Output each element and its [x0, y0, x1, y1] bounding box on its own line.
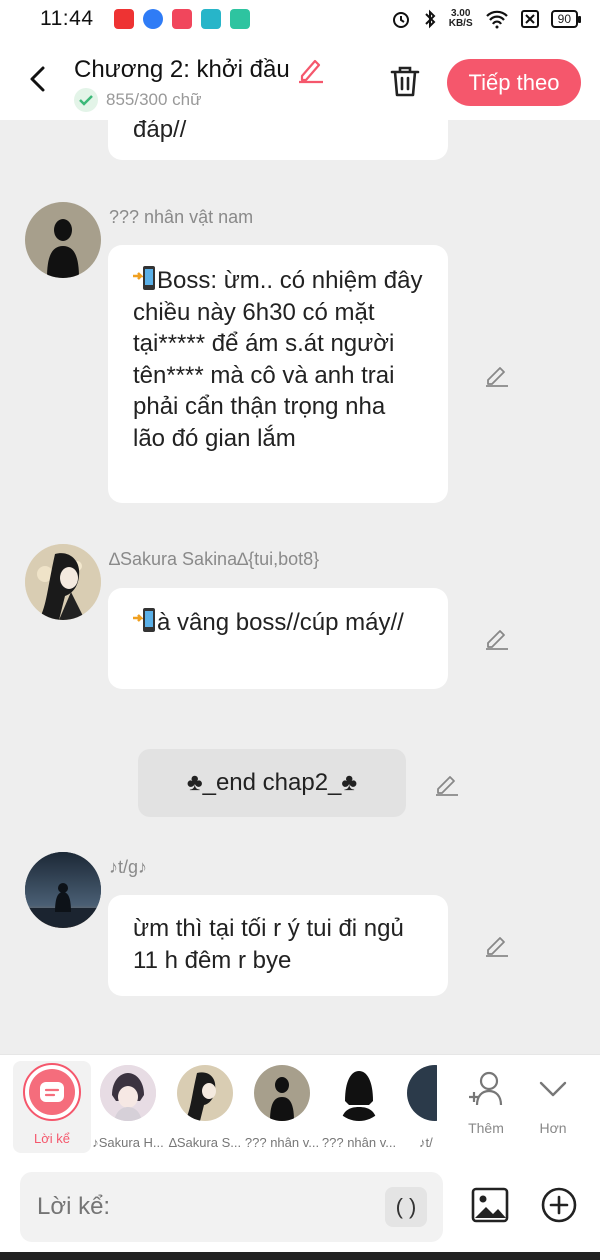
word-count: 855/300 chữ [106, 90, 202, 109]
character-avatar [331, 1065, 387, 1121]
back-arrow-icon[interactable] [26, 64, 50, 94]
add-circle-icon[interactable] [541, 1187, 577, 1223]
manga-toon-icon [171, 9, 192, 29]
phone-arrow-icon [133, 606, 157, 634]
status-app-icons [113, 9, 250, 29]
character-avatar [100, 1065, 156, 1121]
message-text: Boss: ừm.. có nhiệm đây chiều này 6h30 c… [133, 267, 423, 452]
character-option[interactable]: ??? nhân v... [320, 1065, 398, 1150]
add-character-button[interactable]: Thêm [461, 1069, 511, 1136]
edit-title-icon[interactable] [296, 56, 326, 84]
character-name: ∆Sakura Sakina∆{tui,bot8} [109, 549, 320, 569]
avatar[interactable] [25, 202, 101, 278]
message-text: à vâng boss//cúp máy// [157, 609, 404, 636]
trash-icon[interactable] [389, 64, 421, 98]
more-label: Hơn [539, 1120, 567, 1136]
character-label: ??? nhân v... [321, 1135, 397, 1150]
nav-edge [0, 1252, 600, 1260]
network-speed: 3.00 KB/S [449, 9, 473, 29]
status-time: 11:44 [40, 7, 94, 30]
chat-area[interactable]: đáp// ??? nhân vật nam Boss: ừm.. có nhi… [0, 120, 600, 1054]
status-bar: 11:44 3.00 KB/S 90 [0, 0, 600, 38]
edit-message-icon[interactable] [484, 625, 510, 651]
character-label: ∆Sakura S... [168, 1135, 242, 1150]
message-text: đáp// [133, 120, 187, 143]
next-button[interactable]: Tiếp theo [447, 59, 581, 106]
add-label: Thêm [468, 1120, 504, 1136]
message-bubble[interactable]: à vâng boss//cúp máy// [108, 588, 448, 689]
message-bubble[interactable]: đáp// [108, 120, 448, 160]
character-option[interactable]: ♪t/ [397, 1065, 437, 1150]
edit-message-icon[interactable] [484, 362, 510, 388]
parentheses-button[interactable]: ( ) [385, 1187, 427, 1227]
add-person-icon [469, 1071, 503, 1106]
character-label: ♪Sakura H... [92, 1135, 164, 1150]
narrator-option[interactable] [23, 1063, 81, 1121]
image-icon[interactable] [471, 1186, 509, 1224]
character-option[interactable]: ∆Sakura S... [166, 1065, 244, 1150]
narrator-label: Lời kể [34, 1131, 70, 1146]
character-avatar [177, 1065, 233, 1121]
avatar[interactable] [25, 544, 101, 620]
battery-indicator: 90 [550, 10, 582, 28]
avatar[interactable] [25, 852, 101, 928]
baomoi-icon [113, 9, 134, 29]
edit-message-icon[interactable] [484, 932, 510, 958]
character-option[interactable]: ??? nhân v... [243, 1065, 321, 1150]
character-avatar [254, 1065, 310, 1121]
character-label: ??? nhân v... [244, 1135, 320, 1150]
narration-input[interactable] [20, 1172, 443, 1242]
edit-narration-icon[interactable] [434, 771, 460, 797]
character-selector: Lời kể ♪Sakura H... ∆Sakura S... ??? nhâ… [0, 1054, 600, 1162]
narration-bubble[interactable]: ♣_end chap2_♣ [138, 749, 406, 817]
speed-unit: KB/S [448, 18, 473, 29]
message-bubble[interactable]: Boss: ừm.. có nhiệm đây chiều này 6h30 c… [108, 245, 448, 503]
character-name: ♪t/g♪ [109, 857, 148, 877]
more-button[interactable]: Hơn [528, 1069, 578, 1136]
no-sim-icon [520, 10, 539, 28]
narrator-icon [29, 1069, 75, 1115]
messenger-icon [142, 9, 163, 29]
chapter-title[interactable]: Chương 2: khởi đầu [74, 56, 290, 84]
phone-arrow-icon [133, 264, 157, 292]
message-text: ừm thì tại tối r ý tui đi ngủ 11 h đêm r… [133, 915, 404, 974]
editor-header: Chương 2: khởi đầu 855/300 chữ Tiếp theo [0, 38, 600, 120]
character-option[interactable]: ♪Sakura H... [89, 1065, 167, 1150]
message-bubble[interactable]: ừm thì tại tối r ý tui đi ngủ 11 h đêm r… [108, 895, 448, 996]
wifi-icon [485, 10, 508, 29]
chevron-down-icon [539, 1081, 567, 1097]
character-avatar [407, 1065, 437, 1121]
check-icon [74, 88, 98, 112]
bluetooth-icon [425, 9, 436, 29]
character-name: ??? nhân vật nam [109, 207, 254, 227]
chat-app-icon [229, 9, 250, 29]
shop-icon [200, 9, 221, 29]
input-bar: ( ) [0, 1162, 600, 1252]
character-label: ♪t/ [419, 1135, 433, 1150]
alarm-icon [392, 12, 409, 28]
